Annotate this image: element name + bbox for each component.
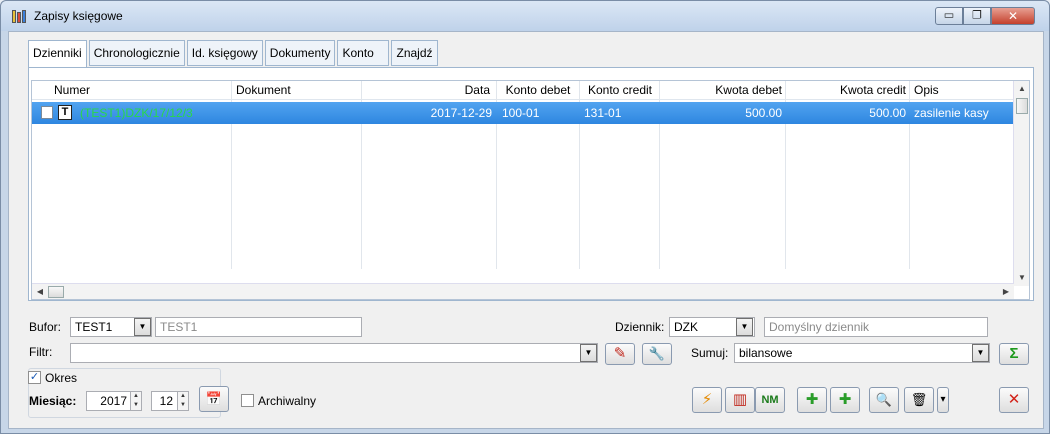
more-actions-button[interactable]: ▾ <box>937 387 949 413</box>
okres-label: Okres <box>45 371 78 385</box>
search-button[interactable]: 🔍 <box>869 387 899 413</box>
dziennik-description-field: Domyślny dziennik <box>764 317 988 337</box>
table-row[interactable]: T (TEST1)DZK/17/12/3 2017-12-29 100-01 1… <box>32 102 1014 124</box>
miesiac-label: Miesiąc: <box>29 394 77 408</box>
post-button[interactable]: ⚡ <box>692 387 722 413</box>
sumuj-select[interactable]: bilansowe <box>734 343 990 363</box>
scroll-down-icon[interactable]: ▼ <box>1014 270 1029 286</box>
close-window-button[interactable]: ✕ <box>991 7 1035 25</box>
restore-icon: ❐ <box>972 9 982 22</box>
filtr-input[interactable] <box>70 343 598 363</box>
cell-konto-credit: 131-01 <box>584 106 622 120</box>
col-header-dokument[interactable]: Dokument <box>232 81 360 100</box>
col-header-kwota-debet[interactable]: Kwota debet <box>660 81 786 100</box>
vertical-scroll-thumb[interactable] <box>1016 98 1028 114</box>
lightning-icon: ⚡ <box>701 391 713 408</box>
month-input[interactable]: 12 <box>151 391 178 411</box>
cell-dokument <box>232 102 360 124</box>
calendar-icon: 📅 <box>205 391 223 406</box>
col-header-numer[interactable]: Numer <box>50 81 230 100</box>
year-down-icon[interactable]: ▼ <box>131 401 141 410</box>
journals-button[interactable]: ▥ <box>725 387 755 413</box>
minimize-icon: ▭ <box>943 9 955 22</box>
books-icon: ▥ <box>732 391 748 408</box>
vertical-scrollbar[interactable]: ▲ ▼ <box>1013 81 1029 286</box>
sumuj-label: Sumuj: <box>691 346 729 360</box>
cell-konto-debet: 100-01 <box>502 106 540 120</box>
row-checkbox[interactable] <box>41 106 53 119</box>
tab-dokumenty[interactable]: Dokumenty <box>264 40 336 66</box>
cell-kwota-credit: 500.00 <box>869 106 906 120</box>
sumuj-dropdown-icon[interactable]: ▼ <box>972 344 989 362</box>
tab-chronologicznie[interactable]: Chronologicznie <box>88 40 185 66</box>
add-from-button[interactable]: ✚ <box>797 387 827 413</box>
title-bar: Zapisy księgowe ▭ ❐ ✕ <box>1 1 1049 31</box>
bufor-description-field: TEST1 <box>155 317 362 337</box>
sum-button[interactable]: Σ <box>999 343 1029 365</box>
add-button[interactable]: ✚ <box>830 387 860 413</box>
delete-button[interactable]: 🗑 <box>904 387 934 413</box>
col-header-konto-credit[interactable]: Konto credit <box>580 81 660 100</box>
close-icon: ✕ <box>1007 9 1019 23</box>
close-button[interactable]: ✕ <box>999 387 1029 413</box>
nm-button[interactable]: NM <box>755 387 785 413</box>
wrench-icon: 🔧 <box>648 346 666 361</box>
horizontal-scroll-thumb[interactable] <box>48 286 64 298</box>
year-input[interactable]: 2017 <box>86 391 132 411</box>
dziennik-label: Dziennik: <box>615 320 665 334</box>
month-up-icon[interactable]: ▲ <box>178 392 188 401</box>
dziennik-dropdown-icon[interactable]: ▼ <box>736 318 753 336</box>
window-title: Zapisy księgowe <box>34 9 123 23</box>
cell-numer: (TEST1)DZK/17/12/3 <box>80 106 193 120</box>
cell-opis: zasilenie kasy <box>914 106 989 120</box>
add-icon: ✚ <box>838 391 852 408</box>
calendar-button[interactable]: 📅 <box>199 386 229 412</box>
cell-kwota-debet: 500.00 <box>745 106 782 120</box>
close-x-icon: ✕ <box>1007 391 1021 408</box>
archiwalny-checkbox[interactable] <box>241 394 254 407</box>
entries-grid[interactable]: Numer Dokument Data Konto debet Konto cr… <box>31 80 1030 300</box>
trash-icon: 🗑 <box>910 392 928 407</box>
cell-data: 2017-12-29 <box>430 106 492 120</box>
scroll-left-icon[interactable]: ◀ <box>32 284 48 299</box>
row-type-badge: T <box>58 105 72 120</box>
tab-dzienniki[interactable]: Dzienniki <box>28 40 87 68</box>
nm-icon: NM <box>761 394 779 406</box>
filtr-label: Filtr: <box>29 345 53 359</box>
search-icon: 🔍 <box>875 392 893 407</box>
scroll-up-icon[interactable]: ▲ <box>1014 81 1029 97</box>
col-header-data[interactable]: Data <box>362 81 494 100</box>
horizontal-scrollbar[interactable]: ◀ ▶ <box>32 283 1014 299</box>
scroll-right-icon[interactable]: ▶ <box>998 284 1014 299</box>
clear-filter-button[interactable]: ✎ <box>605 343 635 365</box>
year-spinner[interactable]: ▲ ▼ <box>130 391 142 411</box>
okres-checkbox[interactable]: ✓ <box>28 371 41 384</box>
col-header-konto-debet[interactable]: Konto debet <box>497 81 579 100</box>
filtr-dropdown-icon[interactable]: ▼ <box>580 344 597 362</box>
add-folder-icon: ✚ <box>805 391 819 408</box>
app-books-icon <box>12 9 28 23</box>
grid-header: Numer Dokument Data Konto debet Konto cr… <box>32 81 1014 100</box>
tab-panel: Numer Dokument Data Konto debet Konto cr… <box>28 67 1034 301</box>
restore-button[interactable]: ❐ <box>963 7 991 25</box>
bufor-dropdown-icon[interactable]: ▼ <box>134 318 151 336</box>
tab-strip: Dzienniki Chronologicznie Id. księgowy D… <box>28 40 438 68</box>
col-header-kwota-credit[interactable]: Kwota credit <box>786 81 910 100</box>
filter-settings-button[interactable]: 🔧 <box>642 343 672 365</box>
archiwalny-label: Archiwalny <box>258 394 317 408</box>
tab-znajdz[interactable]: Znajdź <box>391 40 438 66</box>
tab-id-ksiegowy[interactable]: Id. księgowy <box>186 40 263 66</box>
chevron-down-icon: ▾ <box>940 394 946 405</box>
year-up-icon[interactable]: ▲ <box>131 392 141 401</box>
sigma-icon: Σ <box>1009 345 1019 362</box>
eraser-icon: ✎ <box>613 345 627 362</box>
tab-konto[interactable]: Konto <box>337 40 390 66</box>
month-spinner[interactable]: ▲ ▼ <box>177 391 189 411</box>
bufor-label: Bufor: <box>29 320 62 334</box>
month-down-icon[interactable]: ▼ <box>178 401 188 410</box>
col-header-opis[interactable]: Opis <box>910 81 1014 100</box>
client-area: Dzienniki Chronologicznie Id. księgowy D… <box>8 31 1044 429</box>
minimize-button[interactable]: ▭ <box>935 7 963 25</box>
window: Zapisy księgowe ▭ ❐ ✕ Dzienniki Chronolo… <box>0 0 1050 434</box>
